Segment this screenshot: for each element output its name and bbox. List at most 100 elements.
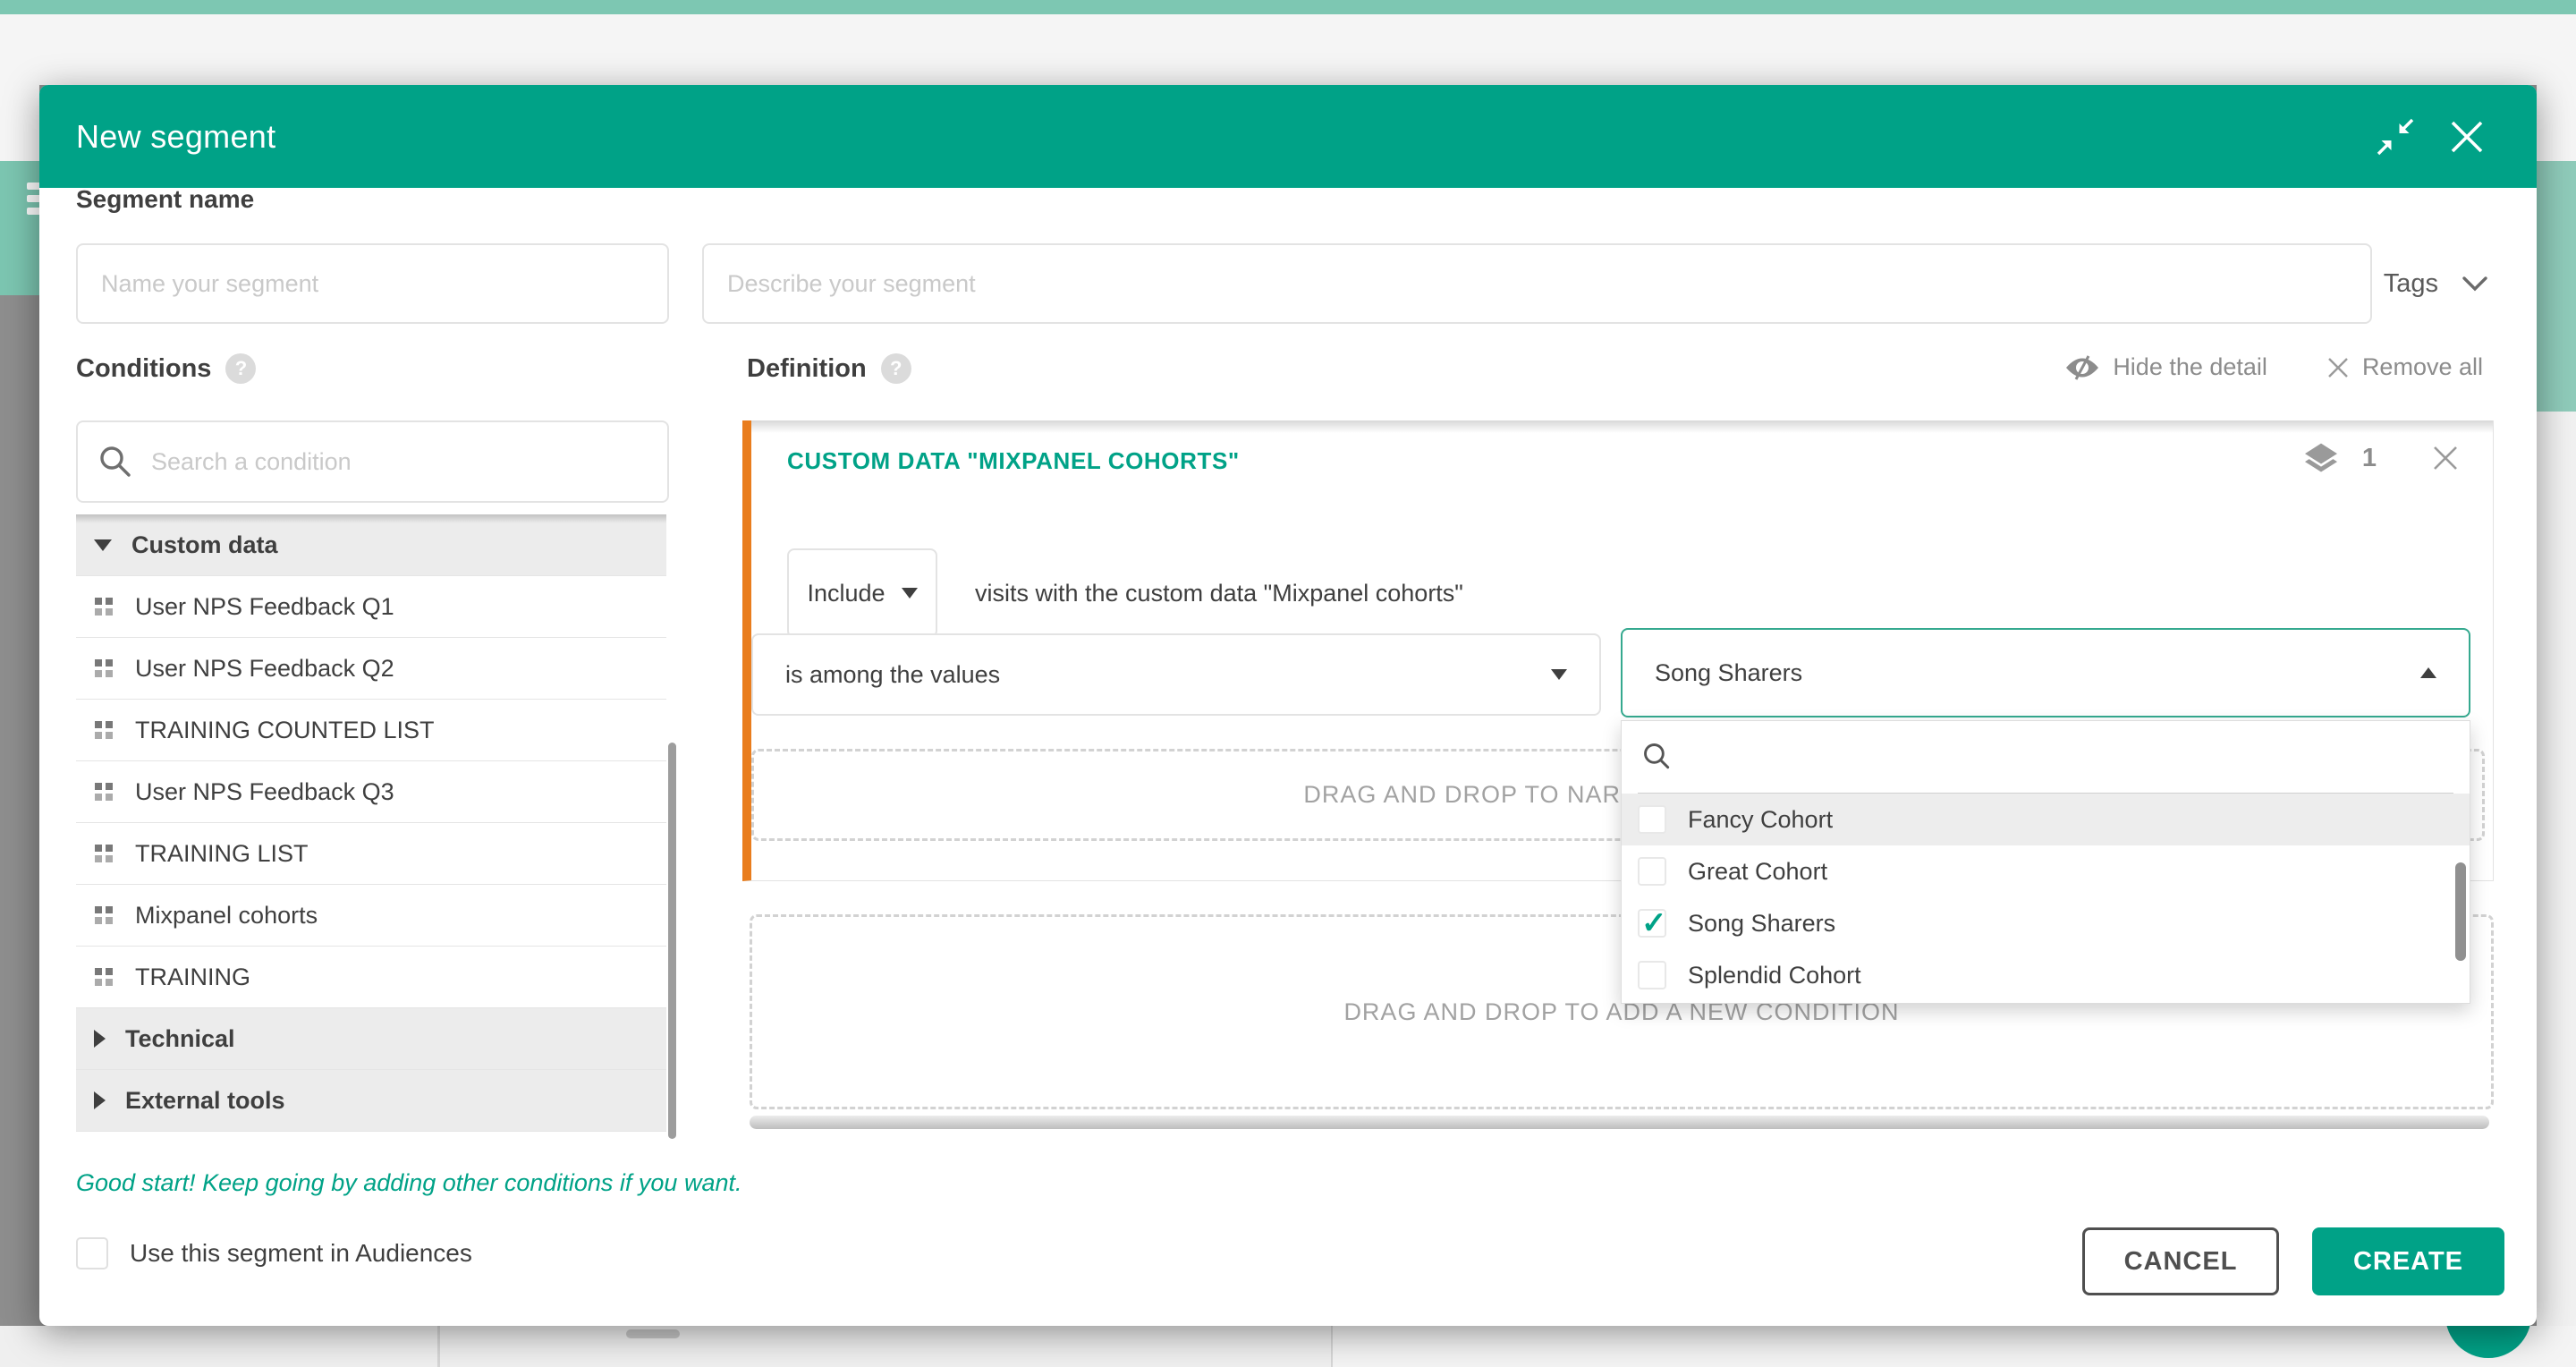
background-left-strip xyxy=(0,85,39,161)
background-divider xyxy=(437,1326,440,1367)
condition-label: TRAINING xyxy=(135,964,250,991)
option-label: Fancy Cohort xyxy=(1688,806,1833,834)
drag-handle-icon xyxy=(94,658,115,679)
value-select[interactable]: Song Sharers xyxy=(1621,628,2470,717)
condition-label: TRAINING COUNTED LIST xyxy=(135,717,435,744)
remove-all-label: Remove all xyxy=(2362,353,2483,381)
value-dropdown-panel: Fancy Cohort Great Cohort Song Sharers S… xyxy=(1621,720,2470,1004)
collapse-icon[interactable] xyxy=(2376,117,2415,157)
hint-message: Good start! Keep going by adding other c… xyxy=(76,1169,741,1197)
checkbox-checked[interactable] xyxy=(1638,909,1666,938)
condition-label: User NPS Feedback Q2 xyxy=(135,655,394,683)
caret-down-icon xyxy=(1551,669,1567,680)
conditions-scrollbar[interactable] xyxy=(668,743,676,1139)
condition-item[interactable]: TRAINING LIST xyxy=(76,823,666,885)
background-right-gray-strip xyxy=(2537,412,2576,1326)
definition-horizontal-scrollbar[interactable] xyxy=(750,1116,2489,1129)
dropdown-option[interactable]: Great Cohort xyxy=(1622,845,2470,897)
remove-all-button[interactable]: Remove all xyxy=(2326,353,2483,381)
caret-up-icon xyxy=(2420,667,2436,678)
selected-value: Song Sharers xyxy=(1655,659,1802,687)
chevron-down-icon xyxy=(2462,275,2488,293)
tags-label: Tags xyxy=(2384,269,2438,299)
drag-handle-icon xyxy=(94,781,115,802)
dropdown-scrollbar[interactable] xyxy=(2455,862,2466,961)
group-label: Technical xyxy=(125,1025,235,1053)
create-button[interactable]: CREATE xyxy=(2312,1227,2504,1295)
condition-group-technical[interactable]: Technical xyxy=(76,1008,666,1070)
condition-item[interactable]: User NPS Feedback Q3 xyxy=(76,761,666,823)
sidebar-hamburger-icon xyxy=(0,161,39,295)
dropdown-option[interactable]: Song Sharers xyxy=(1622,897,2470,949)
checkbox-unchecked[interactable] xyxy=(1638,961,1666,989)
background-bottom-strip xyxy=(0,1326,2576,1367)
background-right-teal-strip xyxy=(2537,161,2576,412)
close-icon[interactable] xyxy=(2447,117,2487,157)
search-icon xyxy=(1641,741,1674,773)
operator-select[interactable]: is among the values xyxy=(751,633,1601,716)
tags-dropdown[interactable]: Tags xyxy=(2384,243,2488,324)
option-label: Splendid Cohort xyxy=(1688,962,1861,989)
audiences-label: Use this segment in Audiences xyxy=(130,1239,472,1268)
new-segment-modal: New segment Segment name Tags Conditions… xyxy=(39,85,2537,1326)
condition-group-custom-data[interactable]: Custom data xyxy=(76,514,666,576)
condition-search-input[interactable] xyxy=(151,448,648,476)
close-x-icon xyxy=(2326,356,2350,379)
drag-handle-icon xyxy=(94,904,115,926)
modal-header: New segment xyxy=(39,85,2537,188)
condition-item[interactable]: TRAINING COUNTED LIST xyxy=(76,700,666,761)
include-dropdown[interactable]: Include xyxy=(787,548,937,638)
hide-detail-button[interactable]: Hide the detail xyxy=(2064,353,2267,381)
definition-title-text: Definition xyxy=(747,354,867,384)
definition-section-title: Definition ? xyxy=(747,353,911,384)
checkbox-unchecked[interactable] xyxy=(1638,857,1666,886)
segment-name-input[interactable] xyxy=(76,243,669,324)
condition-label: TRAINING LIST xyxy=(135,840,309,868)
triangle-right-icon xyxy=(94,1091,106,1109)
condition-group-external-tools[interactable]: External tools xyxy=(76,1070,666,1132)
conditions-help-icon[interactable]: ? xyxy=(225,353,256,384)
checkbox-unchecked[interactable] xyxy=(1638,805,1666,834)
condition-search-box xyxy=(76,420,669,503)
caret-down-icon xyxy=(902,588,918,599)
modal-title: New segment xyxy=(76,85,275,188)
triangle-right-icon xyxy=(94,1030,106,1048)
condition-item[interactable]: Mixpanel cohorts xyxy=(76,885,666,947)
dropdown-option[interactable]: Fancy Cohort xyxy=(1622,794,2470,845)
card-close-icon[interactable] xyxy=(2430,443,2461,473)
group-label: Custom data xyxy=(131,531,278,559)
background-scroll-pill xyxy=(626,1329,680,1338)
narrow-dropzone-text: DRAG AND DROP TO NAR xyxy=(1303,749,1621,841)
condition-item[interactable]: User NPS Feedback Q1 xyxy=(76,576,666,638)
cancel-button[interactable]: CANCEL xyxy=(2082,1227,2279,1295)
condition-item[interactable]: TRAINING xyxy=(76,947,666,1008)
eye-off-icon xyxy=(2064,354,2100,381)
dropdown-option[interactable]: Splendid Cohort xyxy=(1622,949,2470,1001)
audiences-checkbox[interactable] xyxy=(76,1237,108,1269)
option-label: Great Cohort xyxy=(1688,858,1827,886)
option-label: Song Sharers xyxy=(1688,910,1835,938)
condition-label: Mixpanel cohorts xyxy=(135,902,318,930)
condition-item[interactable]: User NPS Feedback Q2 xyxy=(76,638,666,700)
background-top-strip xyxy=(0,14,2576,85)
segment-description-input[interactable] xyxy=(702,243,2372,324)
background-right-strip xyxy=(2537,85,2576,161)
triangle-down-icon xyxy=(94,539,112,551)
operator-value: is among the values xyxy=(785,661,1000,689)
card-title: CUSTOM DATA "MIXPANEL COHORTS" xyxy=(787,447,1240,475)
layers-icon[interactable] xyxy=(2303,442,2339,474)
definition-help-icon[interactable]: ? xyxy=(881,353,911,384)
dropdown-search[interactable] xyxy=(1622,721,2470,793)
condition-label: User NPS Feedback Q1 xyxy=(135,593,394,621)
condition-label: User NPS Feedback Q3 xyxy=(135,778,394,806)
conditions-section-title: Conditions ? xyxy=(76,353,256,384)
conditions-title-text: Conditions xyxy=(76,354,211,384)
include-label: Include xyxy=(807,580,885,607)
segment-name-label: Segment name xyxy=(76,185,254,214)
definition-actions: Hide the detail Remove all xyxy=(2064,353,2483,381)
card-sentence: visits with the custom data "Mixpanel co… xyxy=(975,548,1463,638)
card-top-shade xyxy=(751,420,2493,433)
hide-detail-label: Hide the detail xyxy=(2113,353,2267,381)
drag-handle-icon xyxy=(94,719,115,741)
background-right-panel xyxy=(1333,1326,2576,1367)
